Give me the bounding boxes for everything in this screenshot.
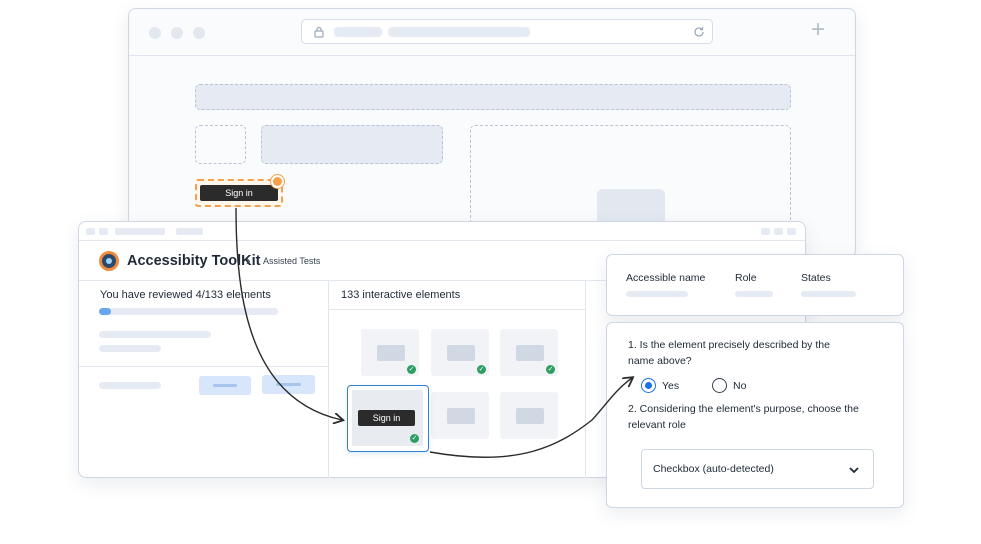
element-card[interactable] [431, 392, 489, 439]
left-placeholder-line-3 [99, 382, 161, 389]
left-placeholder-line-2 [99, 345, 161, 352]
element-card[interactable]: ✓ [431, 329, 489, 376]
new-tab-icon[interactable]: + [811, 17, 825, 43]
accessible-name-header: Accessible name [626, 272, 706, 284]
window-dot-maximize[interactable] [193, 27, 205, 39]
address-bar[interactable] [301, 19, 713, 44]
reviewed-check-icon: ✓ [477, 365, 486, 374]
panel-divider-left [328, 281, 329, 478]
titlebar-placeholder-1 [86, 228, 95, 235]
lock-icon [314, 26, 324, 38]
reload-icon[interactable] [693, 26, 705, 38]
window-dot-minimize[interactable] [171, 27, 183, 39]
assisted-test-panel: 1. Is the element precisely described by… [606, 322, 904, 508]
progress-bar-fill [99, 308, 111, 315]
wireframe-header-bar [195, 84, 791, 110]
sign-in-highlight-frame: Sign in [195, 179, 283, 207]
toolkit-titlebar [79, 222, 805, 241]
url-placeholder-long [388, 27, 530, 37]
element-card[interactable]: ✓ [361, 329, 419, 376]
titlebar-control-3[interactable] [787, 228, 796, 235]
sign-in-button[interactable]: Sign in [200, 185, 278, 201]
question-1: 1. Is the element precisely described by… [628, 339, 830, 367]
wireframe-title-block [261, 125, 443, 164]
radio-no[interactable] [712, 378, 727, 393]
breadcrumb-assisted-tests[interactable]: Assisted Tests [263, 256, 320, 266]
radio-yes-label[interactable]: Yes [662, 380, 679, 392]
selected-element-card[interactable]: Sign in ✓ [347, 385, 429, 452]
reviewed-check-icon: ✓ [407, 365, 416, 374]
element-card[interactable]: ✓ [500, 329, 558, 376]
role-header: Role [735, 272, 757, 284]
left-placeholder-line-1 [99, 331, 211, 338]
chevron-down-icon [849, 467, 859, 474]
element-info-panel: Accessible name Role States [606, 254, 904, 316]
titlebar-placeholder-2 [99, 228, 108, 235]
window-dot-close[interactable] [149, 27, 161, 39]
states-header: States [801, 272, 831, 284]
breadcrumb-chevron-icon: › [246, 252, 251, 268]
titlebar-placeholder-4 [176, 228, 203, 235]
url-placeholder-short [334, 27, 382, 37]
role-value-placeholder [735, 291, 773, 297]
radio-no-label[interactable]: No [733, 380, 746, 392]
progress-bar [99, 308, 278, 315]
question-2: 2. Considering the element's purpose, ch… [628, 403, 859, 431]
browser-toolbar: + [129, 9, 855, 56]
wireframe-logo-box [195, 125, 246, 164]
radio-yes[interactable] [641, 378, 656, 393]
selected-check-icon: ✓ [410, 434, 419, 443]
accessible-name-value-placeholder [626, 291, 688, 297]
left-action-button-1[interactable] [199, 376, 251, 395]
middle-header-divider [329, 309, 585, 310]
elements-header: 133 interactive elements [341, 289, 461, 301]
app-name: Accessibity ToolKit [127, 253, 261, 269]
element-card[interactable] [500, 392, 558, 439]
highlight-marker-icon [271, 175, 284, 188]
left-action-button-2[interactable] [262, 375, 315, 394]
role-select-value: Checkbox (auto-detected) [653, 463, 774, 475]
left-section-divider [79, 366, 328, 367]
progress-text: You have reviewed 4/133 elements [100, 289, 271, 301]
titlebar-placeholder-3 [115, 228, 165, 235]
states-value-placeholder [801, 291, 856, 297]
reviewed-check-icon: ✓ [546, 365, 555, 374]
role-select[interactable]: Checkbox (auto-detected) [641, 449, 874, 489]
app-logo-icon [99, 251, 119, 271]
titlebar-control-1[interactable] [761, 228, 770, 235]
panel-divider-right [585, 281, 586, 478]
selected-sign-in-preview: Sign in [358, 410, 415, 426]
titlebar-control-2[interactable] [774, 228, 783, 235]
